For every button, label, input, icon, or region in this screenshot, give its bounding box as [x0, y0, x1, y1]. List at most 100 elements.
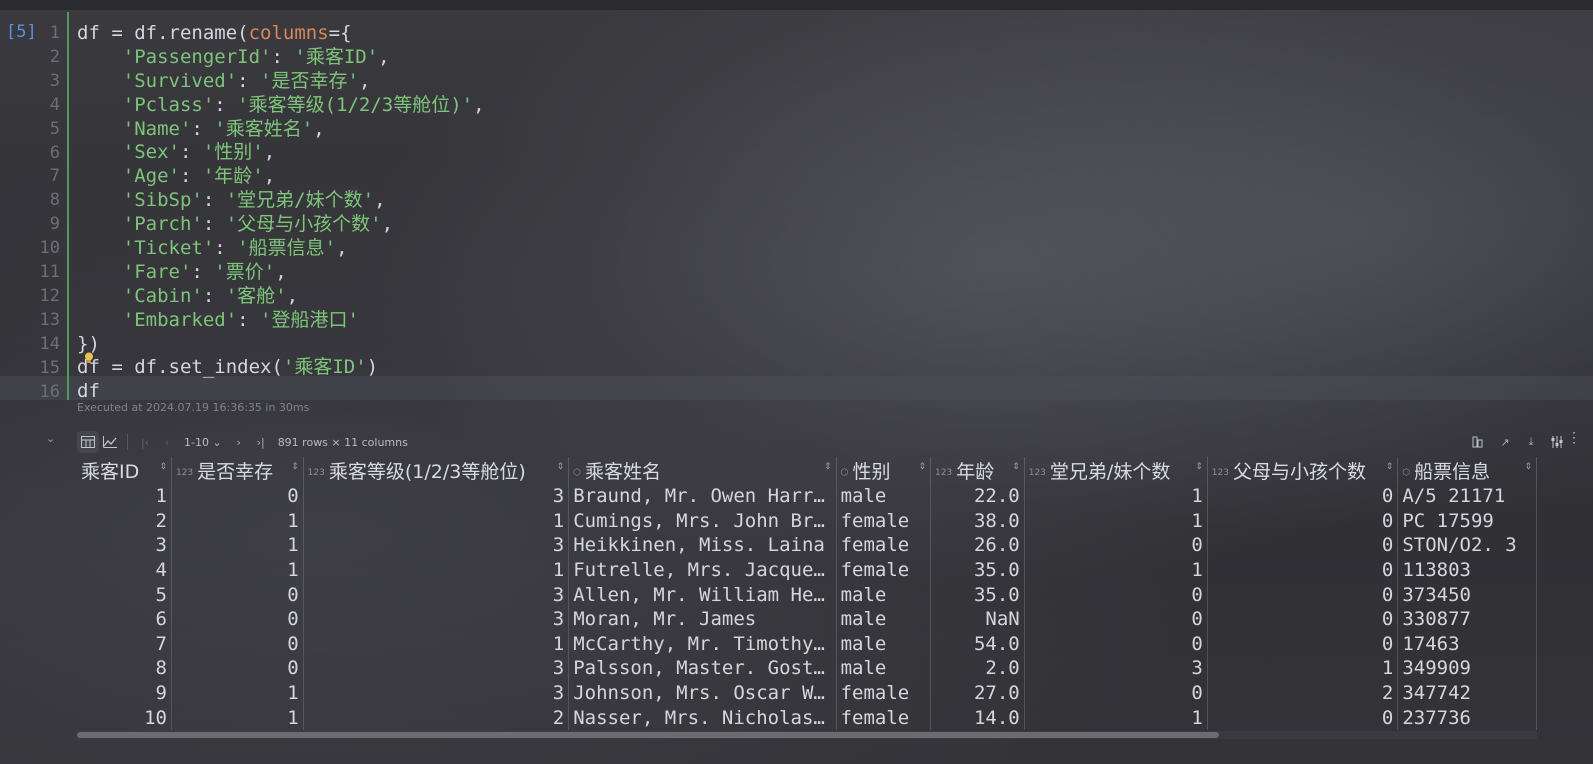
table-cell[interactable]: Allen, Mr. William He… — [568, 582, 837, 607]
code-line[interactable]: 'Embarked': '登船港口' — [77, 309, 485, 333]
code-line[interactable]: }) — [77, 333, 485, 357]
more-options-icon[interactable]: ⋮ — [1567, 430, 1581, 446]
next-page-icon[interactable]: › — [228, 431, 250, 453]
table-cell[interactable]: 0 — [1207, 705, 1399, 730]
table-cell[interactable]: male — [836, 606, 932, 632]
table-cell[interactable]: 113803 — [1397, 557, 1537, 583]
table-cell[interactable]: 3 — [303, 533, 570, 558]
settings-sliders-icon[interactable] — [1546, 431, 1568, 453]
sort-icon[interactable]: ⇕ — [1524, 462, 1532, 472]
code-line[interactable]: 'Parch': '父母与小孩个数', — [77, 213, 485, 237]
table-cell[interactable]: male — [836, 484, 932, 509]
table-cell[interactable]: 2 — [77, 508, 172, 534]
code-line[interactable]: df = df.set_index('乘客ID') — [77, 356, 485, 380]
sort-icon[interactable]: ⇕ — [1012, 462, 1020, 472]
table-cell[interactable]: 22.0 — [930, 484, 1025, 509]
table-row[interactable]: 1 0 3 Braund, Mr. Owen Harr… male 22.0 1 0 A/5 2… — [77, 484, 1537, 509]
table-cell[interactable]: STON/O2. 3 — [1397, 533, 1537, 558]
table-cell[interactable]: 0 — [171, 656, 304, 681]
horizontal-scrollbar[interactable] — [77, 731, 1537, 739]
table-cell[interactable]: female — [836, 705, 932, 730]
table-cell[interactable]: 3 — [77, 533, 172, 558]
table-row[interactable]: 4 1 1 Futrelle, Mrs. Jacque… female 35.0 1 0 113… — [77, 557, 1537, 583]
code-line[interactable]: 'PassengerId': '乘客ID', — [77, 46, 485, 70]
table-cell[interactable]: 3 — [1024, 656, 1208, 681]
table-cell[interactable]: female — [836, 557, 932, 583]
table-row[interactable]: 10 1 2 Nasser, Mrs. Nicholas… female 14.0 1 0 23… — [77, 705, 1537, 730]
table-cell[interactable]: 5 — [77, 582, 172, 607]
table-cell[interactable]: 0 — [171, 484, 304, 509]
table-cell[interactable]: 35.0 — [930, 557, 1025, 583]
table-cell[interactable]: 1 — [171, 557, 304, 583]
last-page-icon[interactable]: ›| — [250, 431, 272, 453]
code-line[interactable]: 'Sex': '性别', — [77, 141, 485, 165]
column-header[interactable]: 123 年龄 ⇕ — [930, 457, 1025, 484]
table-cell[interactable]: Moran, Mr. James — [568, 606, 837, 632]
table-cell[interactable]: 3 — [303, 680, 570, 706]
table-cell[interactable]: 3 — [303, 484, 570, 509]
table-cell[interactable]: 9 — [77, 680, 172, 706]
column-header[interactable]: 123 堂兄弟/妹个数 ⇕ — [1024, 457, 1208, 484]
table-cell[interactable]: 3 — [303, 656, 570, 681]
column-header[interactable]: ⬡ 性别 ⇕ — [836, 457, 932, 484]
table-cell[interactable]: 2.0 — [930, 656, 1025, 681]
table-cell[interactable]: 3 — [303, 606, 570, 632]
previous-page-icon[interactable]: ‹ — [156, 431, 178, 453]
table-cell[interactable]: female — [836, 508, 932, 534]
table-cell[interactable]: 0 — [1207, 582, 1399, 607]
sort-icon[interactable]: ⇕ — [557, 462, 565, 472]
table-cell[interactable]: 1 — [1024, 508, 1208, 534]
table-cell[interactable]: A/5 21171 — [1397, 484, 1537, 509]
table-cell[interactable]: 1 — [303, 631, 570, 657]
code-line[interactable]: df = df.rename(columns={ — [77, 22, 485, 46]
table-cell[interactable]: 0 — [171, 631, 304, 657]
table-cell[interactable]: 330877 — [1397, 606, 1537, 632]
code-line[interactable]: 'Age': '年龄', — [77, 165, 485, 189]
table-cell[interactable]: 3 — [303, 582, 570, 607]
code-line[interactable]: 'Survived': '是否幸存', — [77, 70, 485, 94]
table-cell[interactable]: 0 — [1207, 484, 1399, 509]
code-line[interactable]: 'Fare': '票价', — [77, 261, 485, 285]
table-row[interactable]: 6 0 3 Moran, Mr. James male NaN 0 0 330877 — [77, 606, 1537, 632]
table-cell[interactable]: female — [836, 680, 932, 706]
table-cell[interactable]: 6 — [77, 606, 172, 632]
sort-icon[interactable]: ⇕ — [291, 462, 299, 472]
table-cell[interactable]: 1 — [171, 705, 304, 730]
table-cell[interactable]: 1 — [1024, 484, 1208, 509]
code-line[interactable]: 'SibSp': '堂兄弟/妹个数', — [77, 189, 485, 213]
table-cell[interactable]: 0 — [1207, 557, 1399, 583]
download-icon[interactable]: ⤓ — [1520, 431, 1542, 453]
open-in-new-icon[interactable]: ↗ — [1494, 431, 1516, 453]
table-cell[interactable]: Cumings, Mrs. John Br… — [568, 508, 837, 534]
column-header[interactable]: 乘客ID ⇕ — [77, 457, 172, 484]
table-cell[interactable]: 27.0 — [930, 680, 1025, 706]
columns-icon[interactable] — [1468, 431, 1490, 453]
table-cell[interactable]: 1 — [1207, 656, 1399, 681]
code-line[interactable]: 'Cabin': '客舱', — [77, 285, 485, 309]
table-cell[interactable]: Futrelle, Mrs. Jacque… — [568, 557, 837, 583]
table-cell[interactable]: 1 — [171, 508, 304, 534]
table-view-icon[interactable] — [77, 431, 99, 453]
table-cell[interactable]: 237736 — [1397, 705, 1537, 730]
code-editor[interactable]: df = df.rename(columns={ 'PassengerId': … — [77, 22, 485, 404]
table-row[interactable]: 8 0 3 Palsson, Master. Gost… male 2.0 3 1 349909 — [77, 656, 1537, 681]
table-cell[interactable]: 373450 — [1397, 582, 1537, 607]
table-cell[interactable]: 349909 — [1397, 656, 1537, 681]
table-cell[interactable]: male — [836, 582, 932, 607]
table-cell[interactable]: male — [836, 656, 932, 681]
table-cell[interactable]: 0 — [1024, 533, 1208, 558]
table-cell[interactable]: 1 — [1024, 705, 1208, 730]
table-cell[interactable]: 0 — [171, 606, 304, 632]
table-cell[interactable]: female — [836, 533, 932, 558]
table-cell[interactable]: 35.0 — [930, 582, 1025, 607]
table-cell[interactable]: 2 — [1207, 680, 1399, 706]
lightbulb-icon[interactable] — [84, 352, 94, 364]
code-line[interactable]: 'Name': '乘客姓名', — [77, 118, 485, 142]
sort-icon[interactable]: ⇕ — [1386, 462, 1394, 472]
table-cell[interactable]: 0 — [1024, 582, 1208, 607]
table-cell[interactable]: 0 — [1024, 680, 1208, 706]
table-cell[interactable]: 54.0 — [930, 631, 1025, 657]
table-cell[interactable]: 1 — [77, 484, 172, 509]
table-row[interactable]: 7 0 1 McCarthy, Mr. Timothy… male 54.0 0 0 17463 — [77, 631, 1537, 657]
first-page-icon[interactable]: |‹ — [134, 431, 156, 453]
